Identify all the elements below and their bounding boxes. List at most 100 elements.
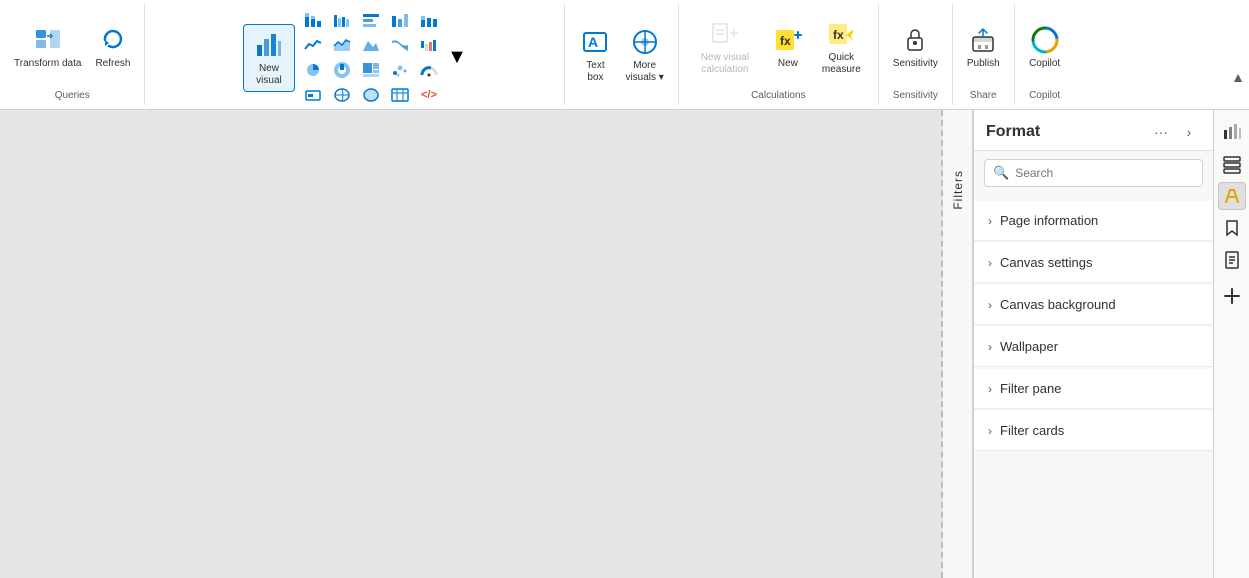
- quick-measure-label: Quickmeasure: [822, 52, 861, 76]
- chevron-filter-cards-icon: ›: [988, 424, 992, 438]
- main-area: Filters Format ··· › 🔍 › Page informatio…: [0, 110, 1249, 578]
- new-measure-icon: fx: [772, 24, 804, 56]
- search-icon: 🔍: [993, 165, 1009, 181]
- share-buttons: Publish: [961, 8, 1006, 86]
- format-search-input[interactable]: [1015, 166, 1194, 180]
- toolbar-group-queries: Transform data Refresh Queries: [0, 4, 145, 105]
- section-filter-pane[interactable]: › Filter pane: [974, 369, 1213, 409]
- card-icon[interactable]: [299, 83, 327, 107]
- ribbon-chart-icon[interactable]: [386, 33, 414, 57]
- svg-text:fx: fx: [780, 34, 791, 48]
- treemap-icon[interactable]: [357, 58, 385, 82]
- text-box-label: Textbox: [586, 60, 604, 84]
- chevron-canvas-settings-icon: ›: [988, 256, 992, 270]
- stacked-bar-icon[interactable]: [299, 8, 327, 32]
- section-filter-cards[interactable]: › Filter cards: [974, 411, 1213, 451]
- more-visuals-label: Morevisuals ▾: [625, 60, 663, 84]
- copilot-icon: [1029, 24, 1061, 56]
- textbox-buttons: A Textbox Morevisuals ▾: [573, 8, 669, 101]
- section-canvas-background[interactable]: › Canvas background: [974, 285, 1213, 325]
- gauge-icon[interactable]: [415, 58, 443, 82]
- scatter-chart-icon[interactable]: [386, 58, 414, 82]
- format-header-icons: ··· ›: [1149, 120, 1201, 144]
- transform-data-icon: [32, 24, 64, 56]
- toolbar: Transform data Refresh Queries: [0, 0, 1249, 110]
- refresh-icon: [97, 24, 129, 56]
- refresh-button[interactable]: Refresh: [89, 20, 136, 74]
- expand-visuals-button[interactable]: ▼: [447, 40, 467, 76]
- section-page-information[interactable]: › Page information: [974, 201, 1213, 241]
- calculations-buttons: New visualcalculation fx New fx: [690, 8, 867, 86]
- new-measure-label: New: [778, 58, 798, 70]
- new-visual-button[interactable]: Newvisual: [243, 24, 295, 92]
- area-chart-icon[interactable]: [328, 33, 356, 57]
- refresh-label: Refresh: [95, 58, 130, 70]
- text-box-icon: A: [579, 26, 611, 58]
- format-search-box: 🔍: [984, 159, 1203, 187]
- sensitivity-button[interactable]: Sensitivity: [887, 20, 944, 74]
- section-canvas-settings[interactable]: › Canvas settings: [974, 243, 1213, 283]
- toolbar-group-copilot: Copilot Copilot: [1015, 4, 1075, 105]
- waterfall-icon[interactable]: [415, 33, 443, 57]
- filters-sidebar[interactable]: Filters: [943, 110, 973, 578]
- new-measure-button[interactable]: fx New: [762, 20, 814, 74]
- format-expand-button[interactable]: ›: [1177, 120, 1201, 144]
- quick-measure-button[interactable]: fx Quickmeasure: [816, 14, 867, 80]
- new-visual-icon: [253, 29, 285, 61]
- text-box-button[interactable]: A Textbox: [573, 22, 617, 88]
- more-visuals-button[interactable]: Morevisuals ▾: [619, 22, 669, 88]
- copilot-buttons: Copilot: [1023, 8, 1067, 86]
- toolbar-group-sensitivity: Sensitivity Sensitivity: [879, 4, 953, 105]
- new-visual-calc-icon: [709, 18, 741, 50]
- page-panel-button[interactable]: [1218, 246, 1246, 274]
- sensitivity-icon: [899, 24, 931, 56]
- toolbar-group-share: Publish Share: [953, 4, 1015, 105]
- expand-visuals-icon: ▼: [449, 42, 465, 74]
- bookmark-panel-button[interactable]: [1218, 214, 1246, 242]
- section-wallpaper[interactable]: › Wallpaper: [974, 327, 1213, 367]
- toolbar-group-calculations: New visualcalculation fx New fx: [679, 4, 879, 105]
- chevron-canvas-bg-icon: ›: [988, 298, 992, 312]
- chevron-page-info-icon: ›: [988, 214, 992, 228]
- column-chart-icon[interactable]: [386, 8, 414, 32]
- publish-label: Publish: [967, 58, 1000, 70]
- pie-chart-icon[interactable]: [299, 58, 327, 82]
- copilot-label: Copilot: [1029, 58, 1060, 70]
- data-panel-button[interactable]: [1218, 150, 1246, 178]
- section-filter-pane-label: Filter pane: [1000, 381, 1061, 396]
- visuals-panel-button[interactable]: [1218, 118, 1246, 146]
- copilot-button[interactable]: Copilot: [1023, 20, 1067, 74]
- html-icon[interactable]: </>: [415, 83, 443, 107]
- calculations-label: Calculations: [751, 86, 805, 101]
- toolbar-group-insert: Newvisual: [145, 4, 565, 105]
- publish-button[interactable]: Publish: [961, 20, 1006, 74]
- map-icon[interactable]: [328, 83, 356, 107]
- section-page-information-label: Page information: [1000, 213, 1098, 228]
- add-panel-button[interactable]: [1218, 282, 1246, 310]
- publish-icon: [967, 24, 999, 56]
- toolbar-collapse-button[interactable]: ▲: [1231, 69, 1245, 85]
- section-wallpaper-label: Wallpaper: [1000, 339, 1058, 354]
- new-visual-calculation-button[interactable]: New visualcalculation: [690, 14, 760, 80]
- line-chart-icon[interactable]: [299, 33, 327, 57]
- new-visual-label: Newvisual: [256, 63, 282, 87]
- svg-text:fx: fx: [833, 28, 844, 42]
- sensitivity-group-label: Sensitivity: [893, 86, 938, 101]
- stacked-column-icon[interactable]: [415, 8, 443, 32]
- format-title: Format: [986, 123, 1149, 141]
- filters-label: Filters: [951, 170, 965, 210]
- copilot-group-label: Copilot: [1029, 86, 1060, 101]
- mountain-chart-icon[interactable]: [357, 33, 385, 57]
- format-sections: › Page information › Canvas settings › C…: [974, 195, 1213, 578]
- filled-map-icon[interactable]: [357, 83, 385, 107]
- clustered-bar-icon[interactable]: [328, 8, 356, 32]
- transform-data-button[interactable]: Transform data: [8, 20, 87, 74]
- format-panel-button[interactable]: [1218, 182, 1246, 210]
- format-more-button[interactable]: ···: [1149, 120, 1173, 144]
- canvas-area[interactable]: [0, 110, 943, 578]
- donut-chart-icon[interactable]: [328, 58, 356, 82]
- format-panel: Format ··· › 🔍 › Page information › Canv…: [973, 110, 1213, 578]
- table-icon[interactable]: [386, 83, 414, 107]
- insert-icon-grid: </>: [299, 8, 443, 107]
- bar-chart-icon[interactable]: [357, 8, 385, 32]
